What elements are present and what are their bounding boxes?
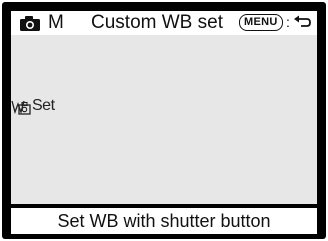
wb-preview-area: [11, 35, 317, 204]
camera-icon: [20, 16, 40, 31]
exposure-mode-label: M: [48, 12, 64, 33]
camera-lcd-screen: M Custom WB set MENU : Set Set WB with s…: [2, 2, 326, 239]
hint-text: Set WB with shutter button: [57, 211, 271, 231]
menu-separator: :: [286, 14, 290, 30]
hint-bar: Set WB with shutter button: [11, 208, 317, 234]
menu-header-bar: M Custom WB set MENU :: [11, 11, 317, 35]
custom-wb-icon: [11, 100, 31, 115]
menu-title: Custom WB set: [91, 12, 223, 33]
return-arrow-icon[interactable]: [294, 15, 312, 29]
wb-set-label: Set: [32, 97, 55, 114]
menu-button-badge[interactable]: MENU: [239, 14, 283, 31]
